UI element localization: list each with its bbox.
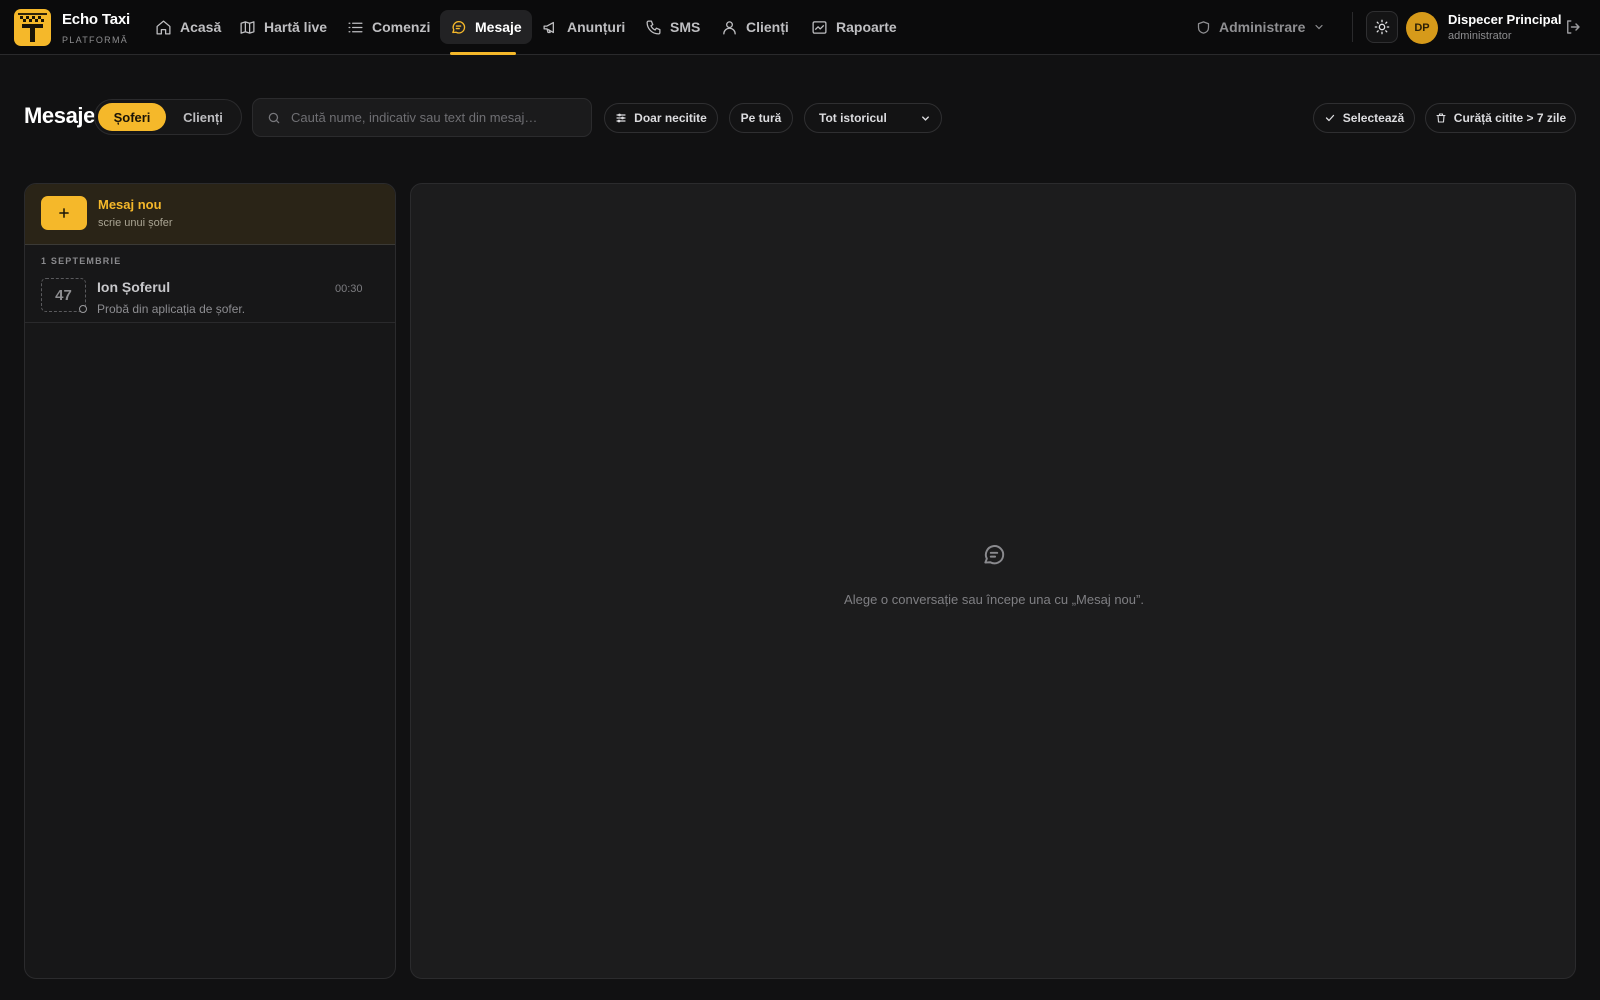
new-message-button[interactable]: Mesaj nou scrie unui șofer <box>25 184 395 245</box>
nav-item-label: Comenzi <box>372 19 431 35</box>
sun-icon <box>1374 19 1390 35</box>
segment-soferi[interactable]: Șoferi <box>98 103 166 131</box>
nav-item-label: Mesaje <box>475 19 522 35</box>
user-icon <box>723 20 736 35</box>
report-icon <box>812 20 827 34</box>
chat-bubble-icon <box>981 542 1007 568</box>
recipient-type-toggle: Șoferi Clienți <box>94 99 242 135</box>
map-icon <box>240 20 255 34</box>
nav-item-anunturi[interactable]: Anunțuri <box>532 10 635 44</box>
search-icon <box>268 112 280 123</box>
user-role: administrator <box>1448 30 1512 42</box>
logout-icon <box>1567 20 1580 34</box>
chevron-down-icon <box>1315 24 1323 30</box>
filter-shift-label: Pe tură <box>740 111 782 125</box>
chat-icon <box>452 20 466 34</box>
conversation-list-panel: Mesaj nou scrie unui șofer 1 SEPTEMBRIE … <box>24 183 396 979</box>
date-group-label: 1 SEPTEMBRIE <box>41 256 122 266</box>
check-icon <box>1325 114 1334 122</box>
nav-item-label: Clienți <box>746 19 789 35</box>
nav-item-rapoarte[interactable]: Rapoarte <box>801 10 907 44</box>
plus-icon <box>41 196 87 230</box>
search-box <box>252 98 592 137</box>
megaphone-icon <box>543 21 554 33</box>
history-select-value: Tot istoricul <box>819 111 887 125</box>
new-message-subtitle: scrie unui șofer <box>98 217 173 229</box>
conversation-view-panel: Alege o conversație sau începe una cu „M… <box>410 183 1576 979</box>
phone-icon <box>646 19 661 35</box>
status-dot <box>79 305 87 313</box>
nav-item-harta-live[interactable]: Hartă live <box>229 10 337 44</box>
filter-unread-button[interactable]: Doar necitite <box>604 103 718 133</box>
conversation-preview: Probă din aplicația de șofer. <box>97 302 246 316</box>
segment-clienti[interactable]: Clienți <box>169 103 237 131</box>
home-icon <box>156 19 171 35</box>
taxi-logo-icon[interactable] <box>14 9 51 46</box>
filter-shift-button[interactable]: Pe tură <box>729 103 793 133</box>
nav-item-clienti[interactable]: Clienți <box>711 10 799 44</box>
list-icon <box>348 22 363 32</box>
conversation-item[interactable]: 47 Ion Șoferul 00:30 Probă din aplicația… <box>25 269 395 323</box>
logout-button[interactable] <box>1564 18 1582 36</box>
brand-name: Echo Taxi <box>62 11 130 28</box>
filter-unread-label: Doar necitite <box>634 111 707 125</box>
conversation-time: 00:30 <box>335 283 363 295</box>
trash-icon <box>1436 113 1446 123</box>
admin-menu-dropdown[interactable]: Administrare <box>1196 10 1325 44</box>
active-tab-indicator <box>450 52 516 55</box>
nav-item-label: Hartă live <box>264 19 328 35</box>
clean-read-label: Curăță citite > 7 zile <box>1453 111 1567 125</box>
sliders-icon <box>616 113 626 123</box>
search-input[interactable] <box>291 110 581 125</box>
history-select[interactable]: Tot istoricul <box>804 103 942 133</box>
select-button[interactable]: Selectează <box>1313 103 1415 133</box>
user-name: Dispecer Principal <box>1448 12 1562 27</box>
chevron-down-icon <box>922 115 929 121</box>
avatar[interactable]: DP <box>1406 12 1438 44</box>
page-title: Mesaje <box>24 103 95 128</box>
shield-icon <box>1197 20 1210 34</box>
theme-toggle-button[interactable] <box>1366 11 1398 43</box>
nav-item-label: Acasă <box>180 19 222 35</box>
brand-subtitle: PLATFORMĂ <box>62 35 129 45</box>
clean-read-button[interactable]: Curăță citite > 7 zile <box>1425 103 1576 133</box>
nav-item-label: Rapoarte <box>836 19 897 35</box>
new-message-title: Mesaj nou <box>98 197 162 212</box>
nav-divider <box>1352 12 1353 42</box>
conversation-name: Ion Șoferul <box>97 279 171 295</box>
empty-state-text: Alege o conversație sau începe una cu „M… <box>844 592 1144 607</box>
nav-item-acasa[interactable]: Acasă <box>145 10 231 44</box>
nav-item-label: Anunțuri <box>567 19 626 35</box>
nav-item-sms[interactable]: SMS <box>635 10 710 44</box>
nav-item-label: SMS <box>670 19 701 35</box>
nav-item-comenzi[interactable]: Comenzi <box>337 10 440 44</box>
select-label: Selectează <box>1342 111 1405 125</box>
admin-menu-label: Administrare <box>1219 19 1306 35</box>
nav-item-mesaje[interactable]: Mesaje <box>440 10 532 44</box>
top-nav-bar: Echo Taxi PLATFORMĂ Acasă Hartă live Com… <box>0 0 1600 55</box>
